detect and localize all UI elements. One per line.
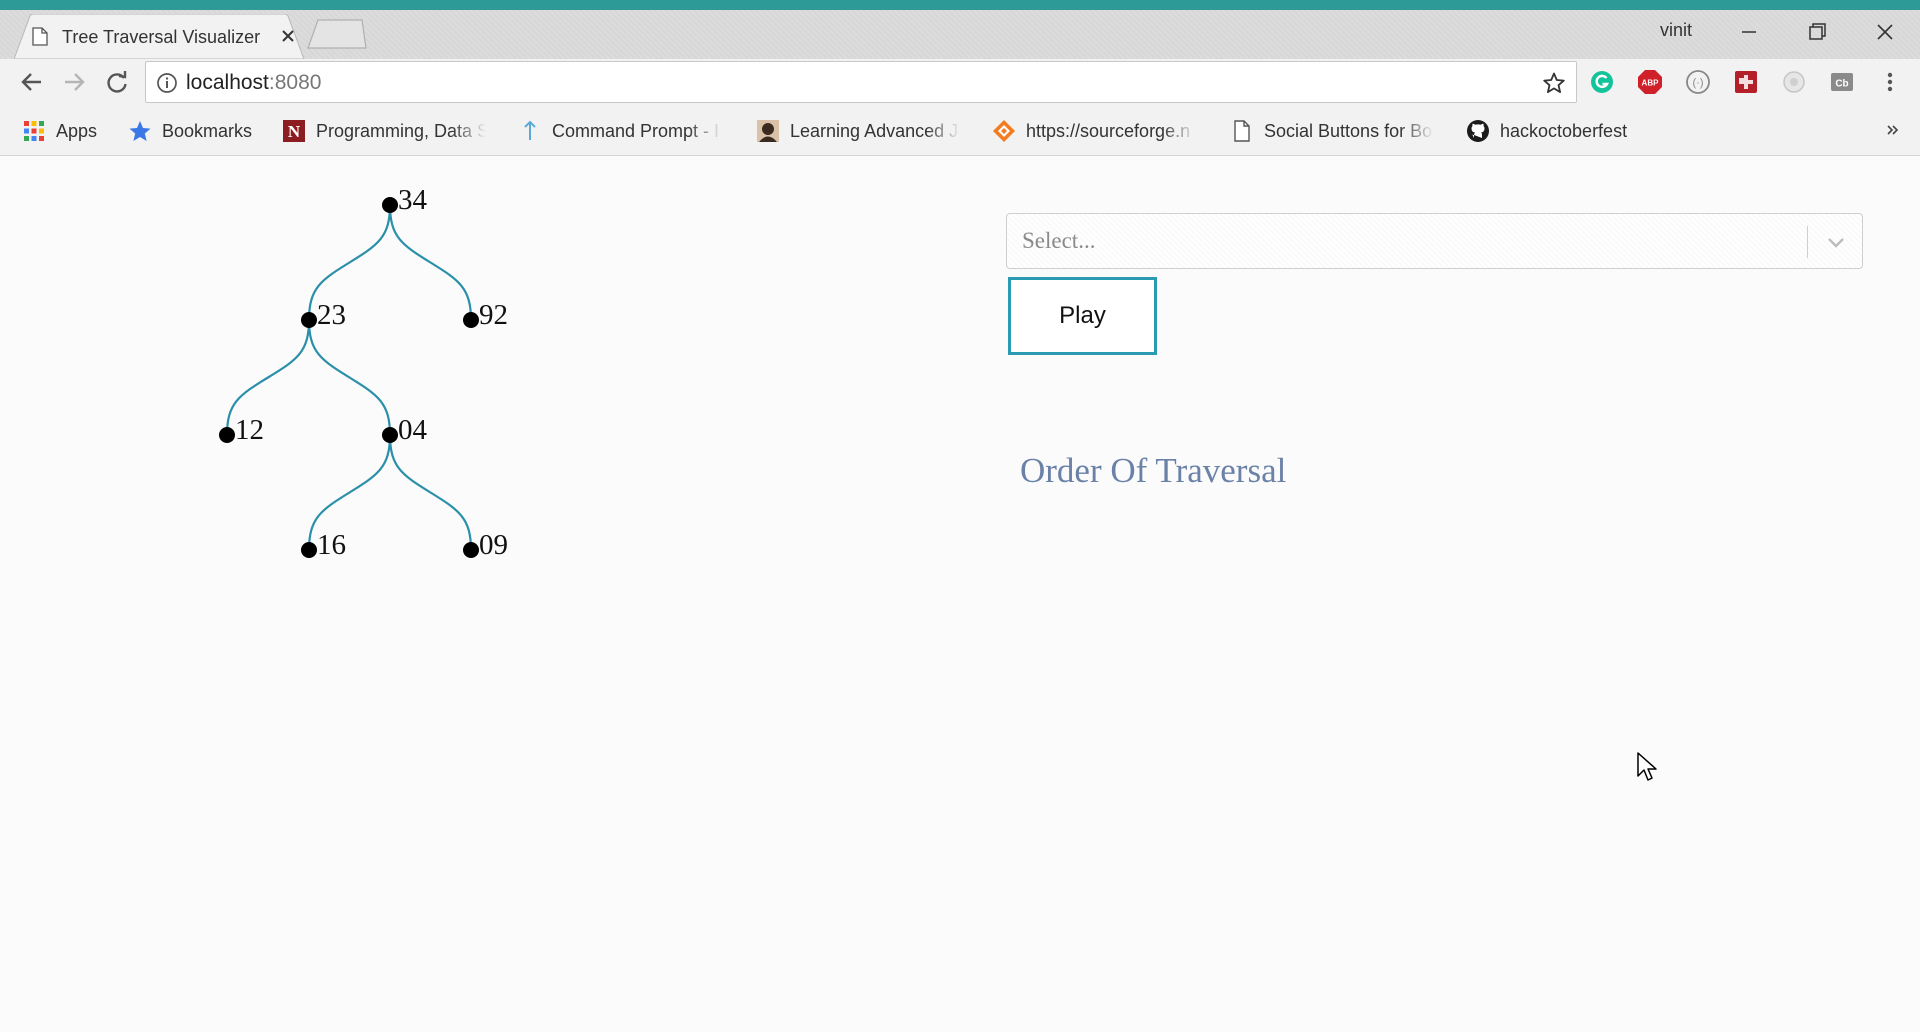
bookmark-label: Apps — [56, 120, 98, 141]
browser-toolbar: localhost:8080 ABP (·) Cb — [0, 59, 1920, 106]
new-tab-button[interactable] — [306, 18, 368, 50]
address-bar[interactable]: localhost:8080 — [145, 61, 1577, 103]
svg-text:Cb: Cb — [1835, 79, 1848, 90]
menu-kebab-icon[interactable] — [1876, 68, 1904, 96]
apps-grid-icon — [24, 121, 44, 141]
bookmark-label: Programming, Data S — [316, 120, 486, 141]
bookmark-label: Learning Advanced J — [790, 120, 959, 141]
svg-text:ABP: ABP — [1642, 79, 1660, 88]
forward-arrow-icon[interactable] — [59, 67, 89, 97]
window-accent-bar — [0, 0, 1920, 10]
bookmark-learning[interactable]: Learning Advanced J — [756, 118, 960, 144]
github-icon — [1467, 120, 1489, 142]
tree-node — [463, 542, 479, 558]
chevron-double-right-icon[interactable] — [1882, 119, 1904, 141]
bookmark-star-icon[interactable] — [1542, 71, 1566, 95]
tree-visualization: 34 23 92 12 04 16 09 — [219, 184, 508, 561]
star-icon — [129, 121, 151, 141]
bookmark-command-prompt[interactable]: Command Prompt - I — [518, 118, 722, 144]
grammarly-extension-icon[interactable] — [1588, 68, 1616, 96]
tree-node — [219, 427, 235, 443]
tree-node — [382, 427, 398, 443]
tree-node — [301, 312, 317, 328]
url-text[interactable]: localhost:8080 — [186, 71, 321, 95]
traversal-order-title: Order Of Traversal — [1020, 451, 1287, 490]
close-tab-icon[interactable] — [278, 26, 298, 46]
svg-text:(·): (·) — [1693, 77, 1704, 89]
bookmark-label: Command Prompt - I — [552, 120, 720, 141]
extension-circle-icon[interactable]: (·) — [1684, 68, 1712, 96]
traversal-select[interactable]: Select... — [1006, 213, 1863, 269]
restore-icon[interactable] — [1794, 15, 1840, 49]
close-window-icon[interactable] — [1862, 15, 1908, 49]
bookmark-sourceforge[interactable]: https://sourceforge.n — [992, 118, 1196, 144]
extension-faded-icon[interactable] — [1780, 68, 1808, 96]
select-separator — [1807, 226, 1808, 258]
bookmark-label: Social Buttons for Bo — [1264, 120, 1433, 141]
tree-node-label: 12 — [235, 414, 264, 446]
tree-node — [382, 197, 398, 213]
cb-extension-icon[interactable]: Cb — [1828, 68, 1856, 96]
tree-edge — [307, 319, 392, 436]
tree-edge — [388, 204, 473, 321]
adblock-extension-icon[interactable]: ABP — [1636, 68, 1664, 96]
page-content: 34 23 92 12 04 16 09 Select... Play Order Of T… — [0, 157, 1920, 1032]
puzzle-extension-icon[interactable] — [1732, 68, 1760, 96]
browser-tab[interactable]: Tree Traversal Visualizer — [14, 14, 304, 59]
bookmark-apps[interactable]: Apps — [22, 118, 97, 144]
info-icon[interactable] — [156, 72, 178, 94]
play-button[interactable]: Play — [1008, 277, 1157, 355]
reload-icon[interactable] — [102, 67, 132, 97]
tree-node-label: 16 — [317, 529, 346, 561]
sourceforge-icon — [993, 120, 1015, 142]
bookmarks-bar: Apps Bookmarks N Programming, Data S Com… — [0, 106, 1920, 156]
tree-node-label: 09 — [479, 529, 508, 561]
svg-text:N: N — [288, 122, 301, 141]
tab-strip: Tree Traversal Visualizer vinit — [0, 10, 1920, 59]
mouse-cursor-icon — [1637, 752, 1657, 781]
minimize-icon[interactable] — [1726, 15, 1772, 49]
back-arrow-icon[interactable] — [17, 67, 47, 97]
tab-title: Tree Traversal Visualizer — [62, 27, 261, 47]
bookmark-hackoctoberfest[interactable]: hackoctoberfest — [1466, 118, 1627, 144]
select-placeholder: Select... — [1022, 228, 1096, 253]
tree-edge — [388, 434, 473, 551]
tree-node-label: 23 — [317, 299, 346, 331]
site-favicon: N — [283, 120, 305, 142]
avatar-favicon — [757, 120, 779, 142]
url-host: localhost — [186, 71, 269, 94]
tree-node-label: 34 — [398, 184, 428, 216]
tree-node — [301, 542, 317, 558]
bookmark-social-buttons[interactable]: Social Buttons for Bo — [1230, 118, 1434, 144]
bookmark-label: https://sourceforge.n — [1026, 120, 1191, 141]
bookmark-programming[interactable]: N Programming, Data S — [282, 118, 486, 144]
pin-icon — [524, 120, 536, 140]
url-port: :8080 — [268, 71, 322, 94]
tree-node-label: 04 — [398, 414, 428, 446]
page-icon — [1234, 120, 1250, 142]
tree-node-label: 92 — [479, 299, 508, 331]
page-icon — [32, 27, 48, 46]
bookmark-bookmarks[interactable]: Bookmarks — [128, 118, 252, 144]
profile-name[interactable]: vinit — [1660, 20, 1692, 41]
bookmark-label: Bookmarks — [162, 120, 253, 141]
bookmark-label: hackoctoberfest — [1500, 120, 1628, 141]
chevron-down-icon[interactable] — [1824, 230, 1848, 254]
tree-node — [463, 312, 479, 328]
